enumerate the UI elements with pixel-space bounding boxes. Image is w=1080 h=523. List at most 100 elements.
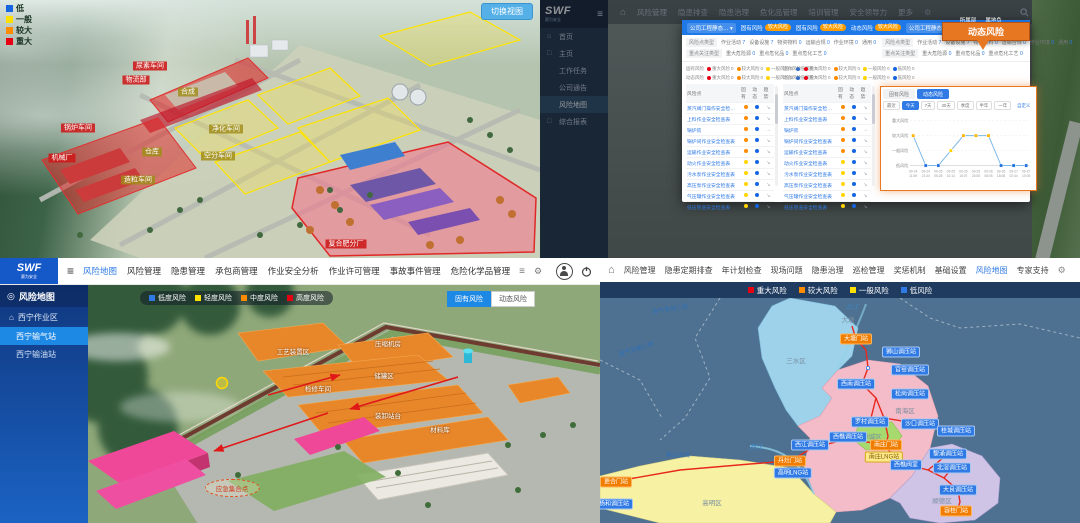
risk-point-link[interactable]: 高压泵作业安全检查表: [783, 180, 837, 191]
gear-icon[interactable]: ⚙: [1058, 265, 1066, 276]
time-filter-chip[interactable]: 季度: [957, 101, 974, 110]
table-row[interactable]: 气压罐作业安全检查表 ↘: [783, 191, 871, 202]
nav-item[interactable]: 事故事件管理: [390, 265, 441, 277]
risk-point-link[interactable]: 污水泵作业安全检查表: [783, 169, 837, 180]
col-header[interactable]: 动态: [848, 84, 859, 103]
station-pill[interactable]: 西南调压站: [837, 379, 875, 390]
type-filter-chip[interactable]: 物资物料 0: [777, 39, 801, 46]
risk-point-link[interactable]: 锅炉房: [686, 125, 740, 136]
level-chip[interactable]: 一般风险 0: [863, 66, 890, 72]
station-pill[interactable]: 黎涌调压站: [929, 449, 967, 460]
risk-point-link[interactable]: 锅炉房: [783, 125, 837, 136]
table-row[interactable]: 蒸汽阀门操作安全检查表 ↘: [686, 103, 774, 114]
station-pill[interactable]: 更合门站: [600, 477, 632, 488]
plant-zone-label[interactable]: 合成: [178, 88, 198, 97]
type-filter-chip[interactable]: 重点危化品 0: [759, 50, 788, 57]
station-pill[interactable]: 桂城调压站: [937, 426, 975, 437]
col-header[interactable]: 趋势: [763, 84, 774, 103]
risk-point-link[interactable]: 高压泵作业安全检查表: [686, 180, 740, 191]
sidebar-station-item[interactable]: 西宁输气站: [0, 327, 88, 345]
type-filter-chip[interactable]: 通用 0: [1058, 39, 1072, 46]
table-row[interactable]: 高压泵作业安全检查表 ↘: [783, 180, 871, 191]
type-filter-chip[interactable]: 作业活动 7: [917, 39, 941, 46]
plant-zone-label[interactable]: 尿素车间: [133, 62, 167, 71]
risk-point-link[interactable]: 动火作业安全检查表: [783, 158, 837, 169]
risk-point-link[interactable]: 低压管道安全检查表: [783, 202, 837, 213]
risk-point-link[interactable]: 气压罐作业安全检查表: [686, 191, 740, 202]
risk-point-link[interactable]: 上料作业安全检查表: [783, 114, 837, 125]
switch-view-button[interactable]: 切换视图: [481, 3, 533, 20]
table-scrollbar[interactable]: [872, 86, 875, 186]
type-filter-chip[interactable]: 重大危险源 0: [726, 50, 755, 57]
plant-zone-label[interactable]: 净化车间: [209, 125, 243, 134]
type-filter-chip[interactable]: 作业环境 0: [834, 39, 858, 46]
more-menu-icon[interactable]: ≡: [519, 266, 525, 277]
table-row[interactable]: 锅炉房 →: [686, 125, 774, 136]
table-row[interactable]: 运输作业安全检查表 ↘: [783, 147, 871, 158]
station-pill[interactable]: 西樵阀室: [890, 460, 922, 471]
station-pill[interactable]: 西樵调压站: [829, 432, 867, 443]
station-pill[interactable]: 松岗调压站: [891, 389, 929, 400]
station-pill[interactable]: 北滘调压站: [933, 463, 971, 474]
plant-zone-label[interactable]: 造粒车间: [121, 176, 155, 185]
table-row[interactable]: 运输作业安全检查表 ↘: [686, 147, 774, 158]
station-pill[interactable]: 官窑调压站: [891, 365, 929, 376]
home-icon[interactable]: ⌂: [608, 264, 615, 276]
table-row[interactable]: 动火作业安全检查表 ↘: [686, 158, 774, 169]
station-pill[interactable]: 杨和调压站: [600, 499, 633, 510]
type-filter-chip[interactable]: 设备设施 7: [749, 39, 773, 46]
station-pill[interactable]: 大塘门站: [840, 334, 872, 345]
nav-item[interactable]: 奖惩机制: [894, 265, 926, 276]
map-zone-label[interactable]: 检修车间: [305, 383, 331, 393]
table-row[interactable]: 上料作业安全检查表 ↘: [783, 114, 871, 125]
nav-item[interactable]: 承包商管理: [215, 265, 258, 277]
risk-point-link[interactable]: 锅炉间作业安全检查表: [686, 136, 740, 147]
table-row[interactable]: 污水泵作业安全检查表 ↘: [783, 169, 871, 180]
level-chip[interactable]: 低风险 0: [893, 75, 915, 81]
risk-point-link[interactable]: 上料作业安全检查表: [686, 114, 740, 125]
level-chip[interactable]: 一般风险 0: [863, 75, 890, 81]
nav-item[interactable]: 年计划检查: [722, 265, 762, 276]
col-header[interactable]: 固有: [740, 84, 751, 103]
col-header[interactable]: 固有: [837, 84, 848, 103]
time-filter-chip[interactable]: 今天: [902, 101, 919, 110]
plant-zone-label[interactable]: 空分车间: [201, 152, 235, 161]
risk-mode-toggle[interactable]: 动态风险: [491, 291, 535, 307]
risk-point-link[interactable]: 污水泵作业安全检查表: [686, 169, 740, 180]
station-pill[interactable]: 高明LNG站: [774, 468, 812, 479]
nav-item[interactable]: 巡检管理: [853, 265, 885, 276]
risk-point-link[interactable]: 运输作业安全检查表: [783, 147, 837, 158]
plant-zone-label[interactable]: 机械厂: [49, 154, 76, 163]
table-row[interactable]: 气压罐作业安全检查表 ↘: [686, 191, 774, 202]
station-pill[interactable]: 容桂门站: [940, 506, 972, 517]
hamburger-icon[interactable]: ≡: [67, 264, 74, 278]
station-pill[interactable]: 罗村调压站: [851, 417, 889, 428]
nav-item[interactable]: 风险地图: [83, 265, 117, 277]
time-filter-chip[interactable]: 自定义: [1013, 101, 1034, 110]
facility-3d-map[interactable]: 低度风险轻度风险中度风险高度风险 固有风险动态风险 工艺装置区压缩机房储罐区检修…: [88, 285, 600, 523]
nav-item[interactable]: 隐患定期排查: [665, 265, 713, 276]
power-icon[interactable]: [581, 266, 592, 277]
type-filter-chip[interactable]: 重点危化品 0: [955, 50, 984, 57]
time-filter-chip[interactable]: 一年: [994, 101, 1011, 110]
table-row[interactable]: 低压管道安全检查表 ↘: [783, 202, 871, 213]
plant-zone-label[interactable]: 仓库: [142, 148, 162, 157]
type-filter-chip[interactable]: 重大危险源 0: [922, 50, 951, 57]
level-chip[interactable]: 重大风险 0: [707, 66, 734, 72]
map-zone-label[interactable]: 储罐区: [374, 370, 394, 380]
table-row[interactable]: 蒸汽阀门操作安全检查表 ↘: [783, 103, 871, 114]
type-filter-chip[interactable]: 通用 0: [862, 39, 876, 46]
risk-mode-toggle[interactable]: 固有风险: [447, 291, 491, 307]
map-zone-label[interactable]: 材料库: [430, 424, 450, 434]
nav-item[interactable]: 风险管理: [127, 265, 161, 277]
risk-point-link[interactable]: 蒸汽阀门操作安全检查表: [686, 103, 740, 114]
scope-select-1[interactable]: 公司工程静态… ▾: [687, 23, 736, 33]
risk-point-link[interactable]: 动火作业安全检查表: [686, 158, 740, 169]
level-chip[interactable]: 较大风险 0: [737, 66, 764, 72]
table-row[interactable]: 锅炉间作业安全检查表 ↘: [686, 136, 774, 147]
time-filter-chip[interactable]: 最近: [883, 101, 900, 110]
pipeline-region-map[interactable]: 大塘门站狮山调压站官窑调压站西南调压站松岗调压站罗村调压站沙口调压站桂城调压站西…: [600, 298, 1080, 523]
level-chip[interactable]: 较大风险 0: [834, 75, 861, 81]
risk-point-link[interactable]: 低压管道安全检查表: [686, 202, 740, 213]
nav-item[interactable]: 专家支持: [1017, 265, 1049, 276]
